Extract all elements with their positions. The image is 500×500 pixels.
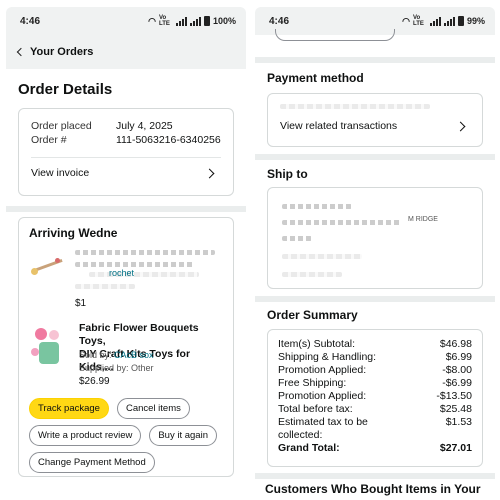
view-transactions-row[interactable]: View related transactions <box>280 111 470 141</box>
chevron-right-icon[interactable] <box>455 121 466 131</box>
back-chevron-icon[interactable] <box>16 47 26 57</box>
summary-value: -$13.50 <box>436 390 472 402</box>
summary-row: Shipping & Handling: $6.99 <box>278 351 472 364</box>
obscured-price: $1 <box>75 298 87 309</box>
section-divider <box>255 57 495 63</box>
summary-row-tax: Estimated tax to be collected: $1.53 <box>278 416 472 442</box>
status-icons: ◠ Vo LTE 100% <box>148 15 236 27</box>
back-nav[interactable]: Your Orders <box>6 35 246 69</box>
sold-by-label: Sold by: <box>79 350 112 360</box>
ship-to-fragment: M RIDGE <box>408 216 438 223</box>
status-icons: ◠ Vo LTE 99% <box>402 15 485 27</box>
network-label: Vo LTE <box>158 15 170 27</box>
order-number-value: 111-5063216-6340256 <box>116 134 221 146</box>
summary-row-grand-total: Grand Total: $27.01 <box>278 442 472 455</box>
status-time: 4:46 <box>269 15 290 27</box>
obscured-item[interactable]: rochet $1 <box>29 246 223 318</box>
sold-by: Sold by: CAcB sox <box>79 350 154 360</box>
order-item[interactable]: Fabric Flower Bouquets Toys, DIY Craft K… <box>29 322 223 392</box>
summary-value: -$6.99 <box>442 377 472 389</box>
summary-value: $6.99 <box>445 351 472 363</box>
summary-label: Shipping & Handling: <box>278 351 377 363</box>
status-bar: 4:46 ◠ Vo LTE 100% <box>6 7 246 35</box>
tax-label-line-1: Estimated tax to be <box>278 416 368 428</box>
view-transactions-label[interactable]: View related transactions <box>280 120 397 132</box>
product-title-line-1[interactable]: Fabric Flower Bouquets Toys, <box>79 322 223 348</box>
section-divider <box>6 206 246 212</box>
battery-level: 99% <box>466 16 485 26</box>
grand-total-label: Grand Total: <box>278 442 340 454</box>
chevron-right-icon[interactable] <box>204 168 215 178</box>
action-buttons: Track package Cancel items Write a produ… <box>29 398 223 473</box>
product-thumbnail[interactable] <box>29 250 65 286</box>
payment-heading: Payment method <box>267 71 364 85</box>
order-summary-heading: Order Summary <box>267 308 358 322</box>
summary-label: Free Shipping: <box>278 377 347 389</box>
summary-label: Promotion Applied: <box>278 390 367 402</box>
section-divider <box>255 473 495 479</box>
summary-label: Total before tax: <box>278 403 353 415</box>
grand-total-value: $27.01 <box>439 442 472 454</box>
screenshot-canvas: 4:46 ◠ Vo LTE 100% Your Orders Order Det… <box>0 0 500 500</box>
summary-row: Promotion Applied: -$8.00 <box>278 364 472 377</box>
supplied-by: Supplied by: Other <box>79 363 154 373</box>
ship-to-card: M RIDGE <box>267 187 483 289</box>
left-screen: 4:46 ◠ Vo LTE 100% Your Orders Order Det… <box>6 7 246 500</box>
summary-value: $25.48 <box>439 403 472 415</box>
wifi-icon: ◠ <box>402 15 410 26</box>
status-time: 4:46 <box>20 15 41 27</box>
battery-icon <box>203 16 210 26</box>
obscured-link-fragment[interactable]: rochet <box>109 268 134 278</box>
order-placed-label: Order placed <box>31 120 92 132</box>
write-review-button[interactable]: Write a product review <box>29 425 142 446</box>
ship-to-heading: Ship to <box>267 167 308 181</box>
cancel-items-button[interactable]: Cancel items <box>116 398 190 419</box>
signal-icon-2 <box>443 16 455 26</box>
summary-label: Item(s) Subtotal: <box>278 338 356 350</box>
order-summary-card: Item(s) Subtotal: $46.98 Shipping & Handli… <box>267 329 483 467</box>
summary-rows: Item(s) Subtotal: $46.98 Shipping & Handli… <box>278 338 472 416</box>
seller-link[interactable]: CAcB sox <box>114 350 154 360</box>
back-label[interactable]: Your Orders <box>30 46 93 58</box>
order-number-row: Order # 111-5063216-6340256 <box>31 133 221 147</box>
buy-again-button[interactable]: Buy it again <box>149 425 217 446</box>
view-invoice-row[interactable]: View invoice <box>31 158 221 188</box>
order-info-card: Order placed July 4, 2025 Order # 111-50… <box>18 108 234 196</box>
page-title: Order Details <box>18 81 113 98</box>
partial-button[interactable] <box>275 29 395 41</box>
item-price: $26.99 <box>79 376 110 387</box>
summary-row: Total before tax: $25.48 <box>278 403 472 416</box>
change-payment-button[interactable]: Change Payment Method <box>29 452 155 473</box>
section-divider <box>255 154 495 160</box>
summary-row: Promotion Applied: -$13.50 <box>278 390 472 403</box>
battery-icon <box>457 16 464 26</box>
summary-row: Free Shipping: -$6.99 <box>278 377 472 390</box>
tax-label-line-2: collected: <box>278 429 323 441</box>
order-number-label: Order # <box>31 134 67 146</box>
payment-card: View related transactions <box>267 93 483 147</box>
track-package-button[interactable]: Track package <box>29 398 109 419</box>
summary-label: Promotion Applied: <box>278 364 367 376</box>
section-divider <box>255 296 495 302</box>
right-screen: 4:46 ◠ Vo LTE 99% Payment method View re… <box>255 7 495 500</box>
summary-value: $46.98 <box>439 338 472 350</box>
battery-level: 100% <box>212 16 236 26</box>
tax-value: $1.53 <box>445 416 472 428</box>
product-image[interactable] <box>29 324 69 368</box>
signal-icon <box>429 16 441 26</box>
wifi-icon: ◠ <box>148 15 156 26</box>
arriving-heading: Arriving Wedne <box>29 226 118 240</box>
summary-label: Estimated tax to be collected: <box>278 416 368 442</box>
order-placed-row: Order placed July 4, 2025 <box>31 119 221 133</box>
shipment-card: Arriving Wedne rochet $1 Fabric Flower B… <box>18 217 234 477</box>
customers-heading: Customers Who Bought Items in Your <box>265 482 481 496</box>
summary-row: Item(s) Subtotal: $46.98 <box>278 338 472 351</box>
signal-icon <box>175 16 187 26</box>
network-label: Vo LTE <box>412 15 424 27</box>
view-invoice-label[interactable]: View invoice <box>31 167 89 179</box>
summary-value: -$8.00 <box>442 364 472 376</box>
order-placed-value: July 4, 2025 <box>116 120 173 132</box>
signal-icon-2 <box>189 16 201 26</box>
